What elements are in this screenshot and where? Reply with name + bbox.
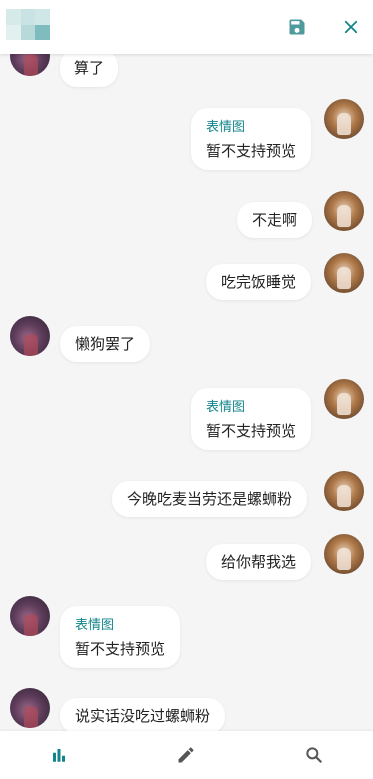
close-icon <box>344 20 358 34</box>
nav-search-button[interactable] <box>302 743 326 767</box>
sticker-label: 表情图 <box>206 120 246 135</box>
avatar[interactable] <box>10 316 50 356</box>
avatar[interactable] <box>324 471 364 511</box>
avatar[interactable] <box>324 253 364 293</box>
stats-icon <box>53 749 65 762</box>
contact-avatar-blurred[interactable] <box>6 9 50 40</box>
message-bubble[interactable]: 算了 <box>60 49 119 87</box>
message-bubble[interactable]: 懒狗罢了 <box>60 326 151 362</box>
message-text: 今晚吃麦当劳还是螺蛳粉 <box>127 490 293 508</box>
message-text: 算了 <box>74 59 105 77</box>
search-icon <box>306 747 322 763</box>
nav-stats-button[interactable] <box>47 743 71 767</box>
message-bubble[interactable]: 表情图 暂不支持预览 <box>60 606 181 668</box>
save-icon <box>289 19 305 35</box>
message-text: 暂不支持预览 <box>206 422 297 440</box>
avatar[interactable] <box>324 379 364 419</box>
message-text: 说实话没吃过螺蛳粉 <box>75 707 211 725</box>
edit-icon <box>178 747 194 763</box>
message-bubble[interactable]: 给你帮我选 <box>206 544 312 580</box>
save-button[interactable] <box>285 15 309 39</box>
message-bubble[interactable]: 今晚吃麦当劳还是螺蛳粉 <box>112 481 308 517</box>
message-bubble[interactable]: 表情图 暂不支持预览 <box>191 388 312 450</box>
message-text: 不走啊 <box>252 211 298 229</box>
bottom-nav <box>0 731 373 779</box>
message-bubble[interactable]: 不走啊 <box>237 202 313 238</box>
nav-edit-button[interactable] <box>174 743 198 767</box>
message-bubble[interactable]: 说实话没吃过螺蛳粉 <box>60 698 226 734</box>
top-app-bar <box>0 0 373 54</box>
message-text: 给你帮我选 <box>221 553 297 571</box>
avatar[interactable] <box>324 99 364 139</box>
sticker-label: 表情图 <box>75 618 115 633</box>
chat-area[interactable]: 算了 表情图 暂不支持预览 不走啊 吃完饭睡觉 懒狗罢了 表情图 暂不支持预览 … <box>0 0 373 779</box>
message-text: 吃完饭睡觉 <box>221 273 297 291</box>
message-bubble[interactable]: 表情图 暂不支持预览 <box>191 108 312 170</box>
close-button[interactable] <box>339 15 363 39</box>
avatar[interactable] <box>10 688 50 728</box>
message-text: 暂不支持预览 <box>75 640 166 658</box>
avatar[interactable] <box>10 596 50 636</box>
sticker-label: 表情图 <box>206 400 246 415</box>
message-bubble[interactable]: 吃完饭睡觉 <box>206 264 312 300</box>
message-text: 懒狗罢了 <box>75 335 136 353</box>
avatar[interactable] <box>324 534 364 574</box>
message-text: 暂不支持预览 <box>206 142 297 160</box>
avatar[interactable] <box>324 191 364 231</box>
